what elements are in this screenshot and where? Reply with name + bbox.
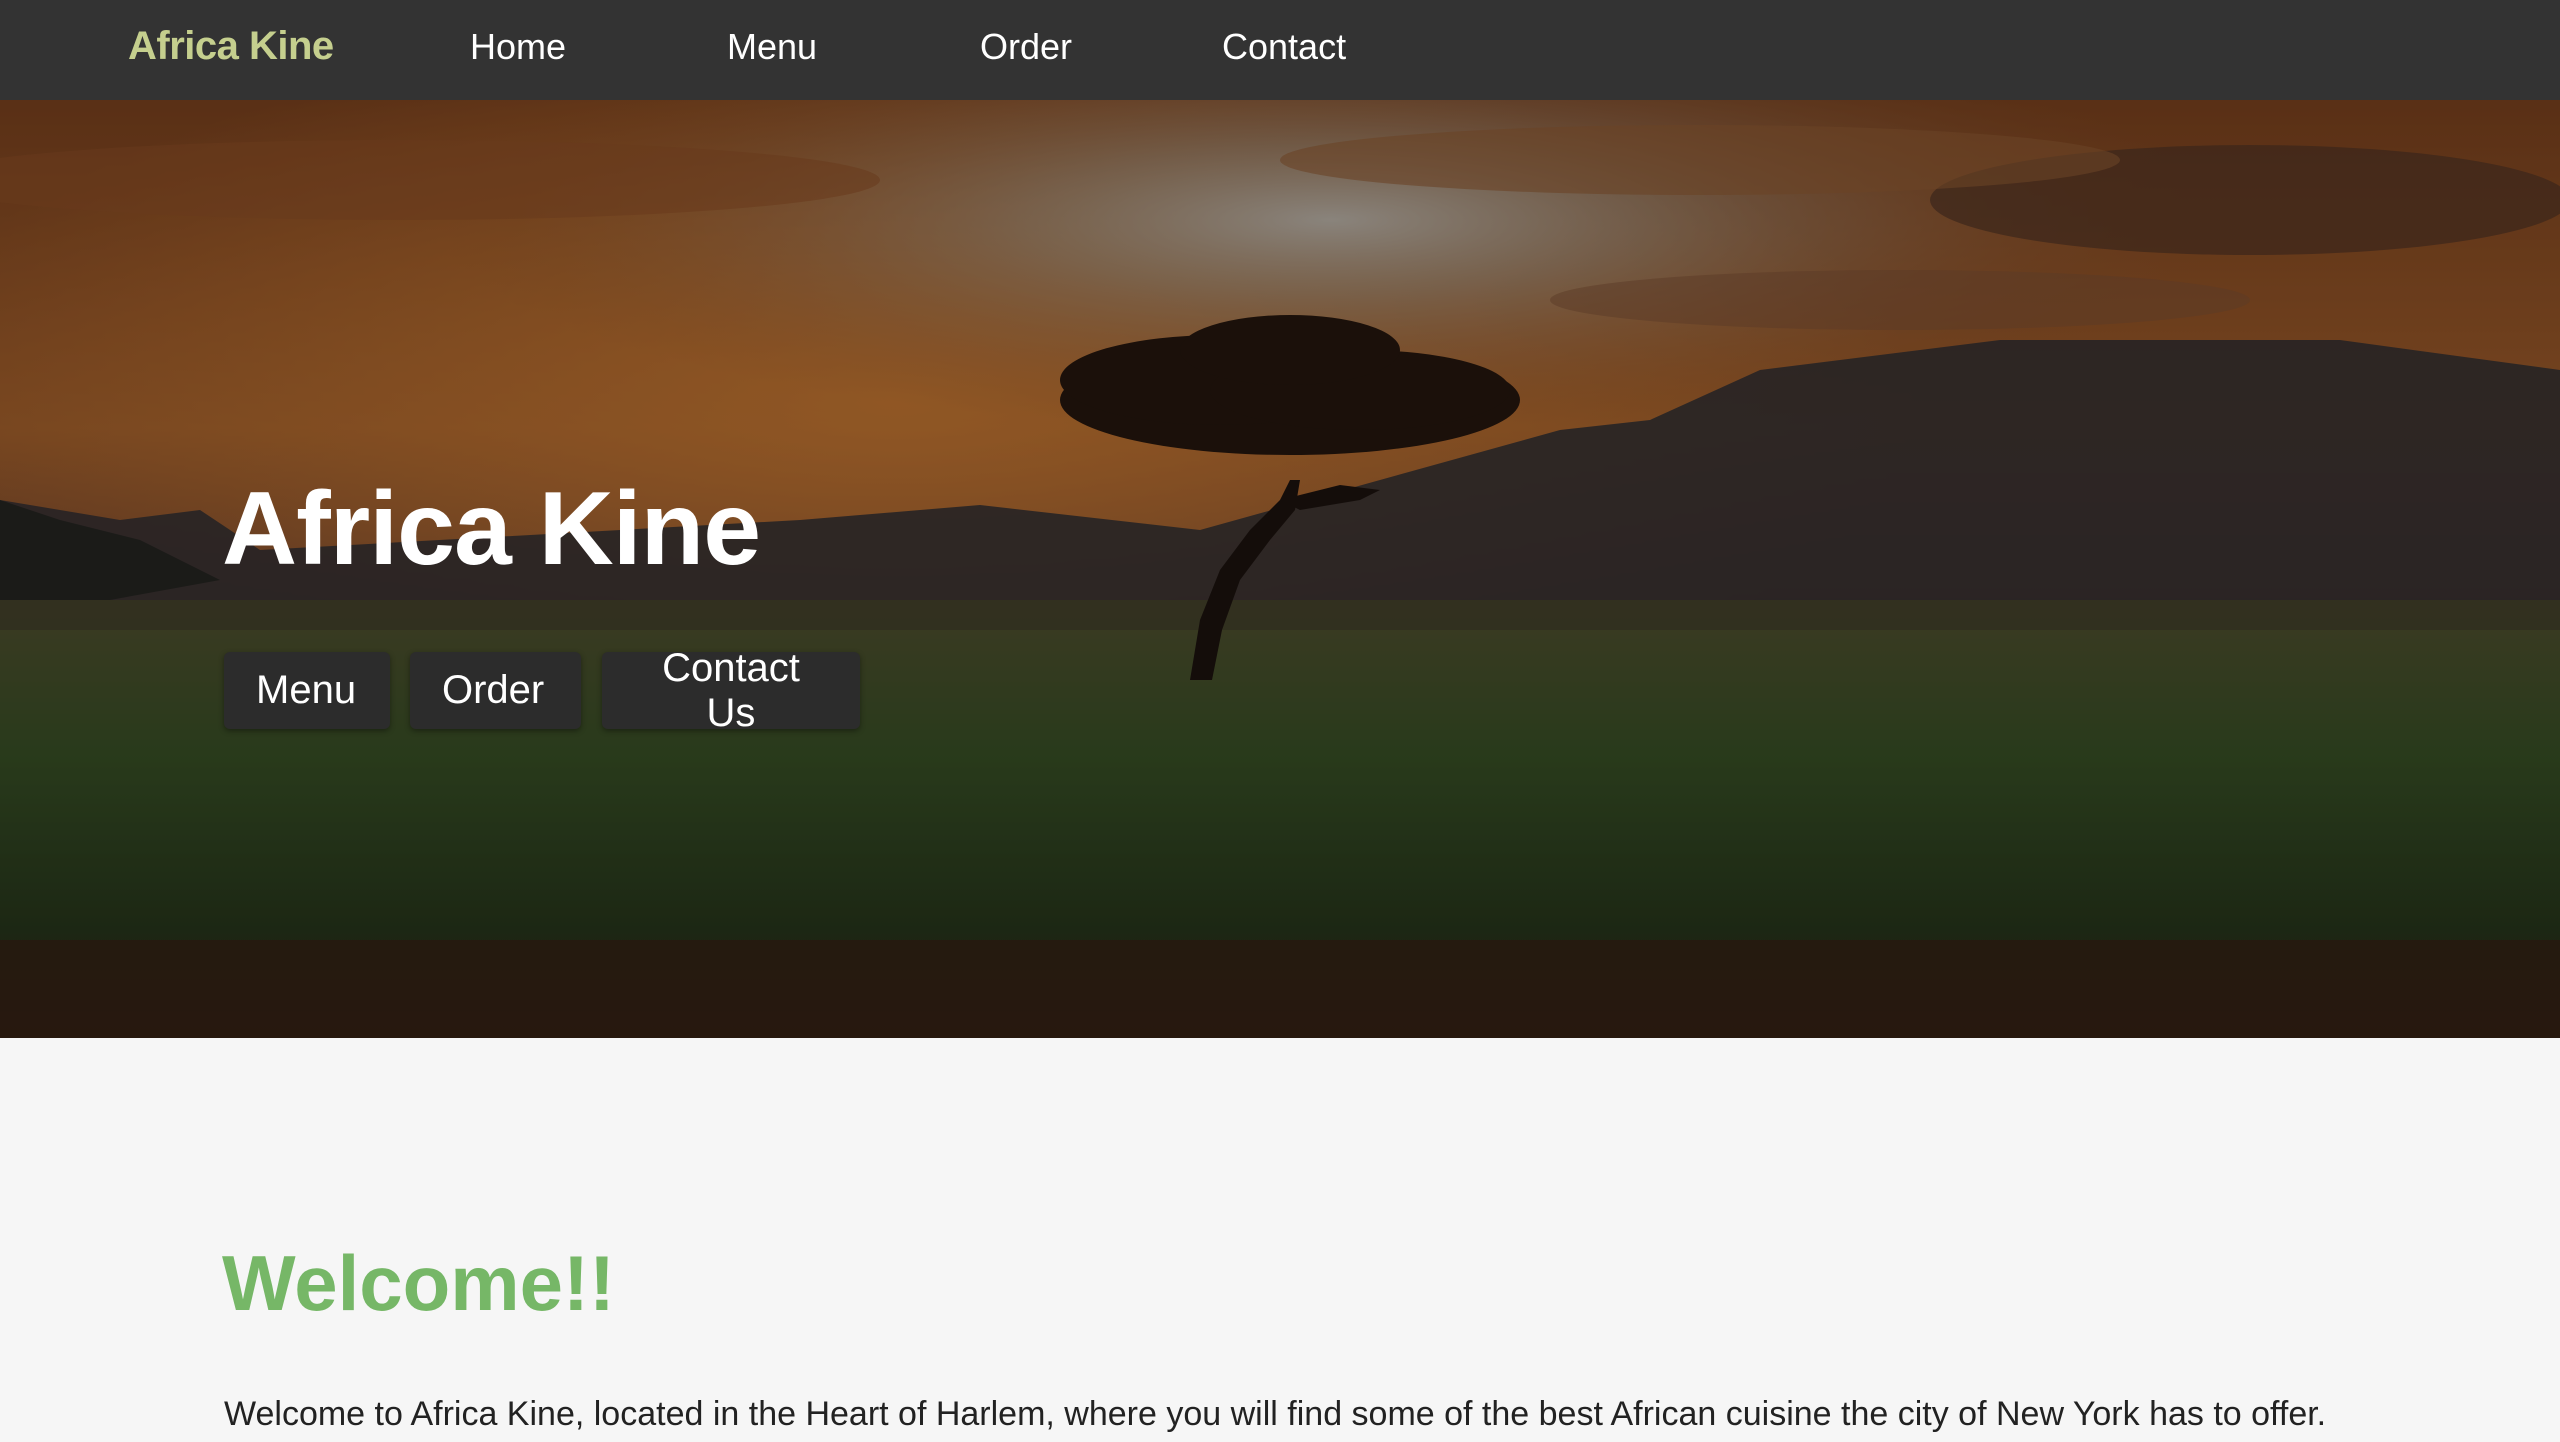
nav-link-menu[interactable]: Menu [727, 26, 817, 68]
nav-link-order[interactable]: Order [980, 26, 1072, 68]
hero-title: Africa Kine [222, 471, 761, 587]
top-navbar: Africa Kine Home Menu Order Contact [0, 0, 2560, 100]
hero-order-button[interactable]: Order [410, 652, 581, 729]
hero-contact-us-button[interactable]: Contact Us [602, 646, 860, 735]
nav-link-home[interactable]: Home [470, 26, 566, 68]
hero-menu-button[interactable]: Menu [224, 652, 390, 729]
welcome-heading: Welcome!! [222, 1239, 615, 1327]
nav-link-contact[interactable]: Contact [1222, 26, 1346, 68]
brand-logo-link[interactable]: Africa Kine [128, 24, 334, 69]
welcome-paragraph: Welcome to Africa Kine, located in the H… [224, 1395, 2327, 1433]
hero-banner: Africa Kine Menu Order Contact Us [0, 100, 2560, 1038]
